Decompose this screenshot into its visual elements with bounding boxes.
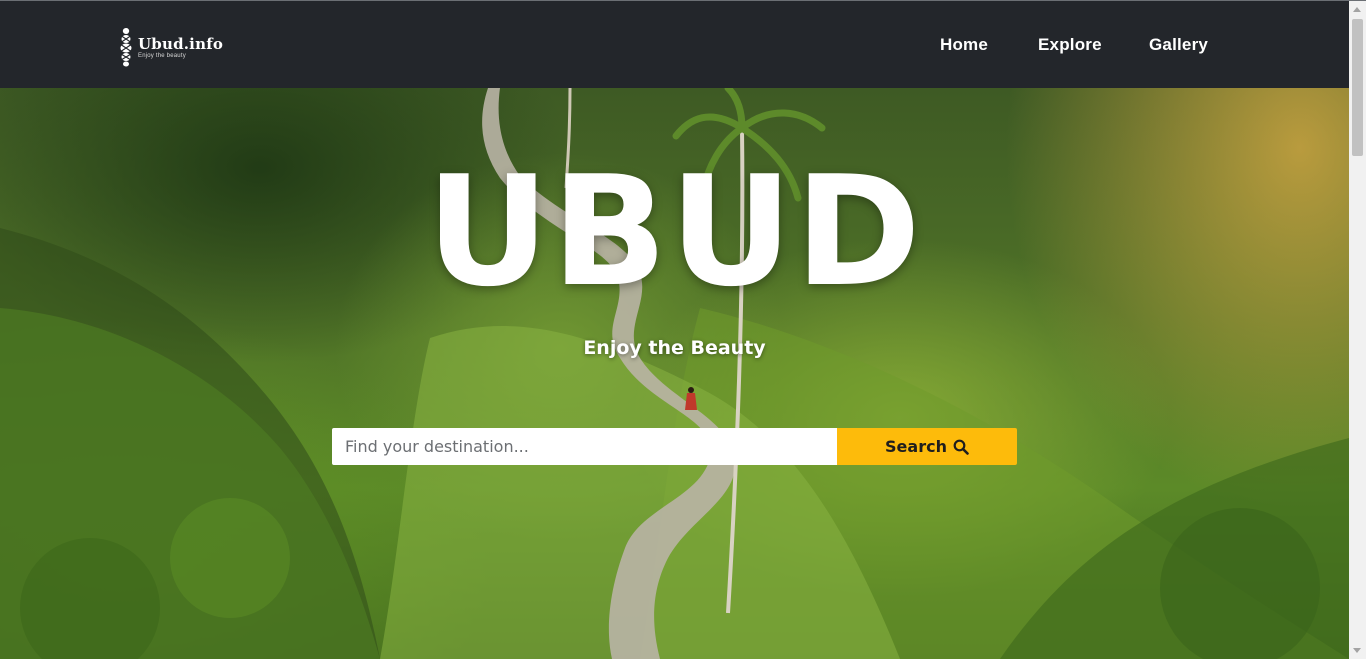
destination-search-form: Search	[332, 428, 1017, 466]
search-button-label: Search	[885, 437, 947, 456]
page-scrollbar[interactable]	[1349, 1, 1366, 659]
brand-name: Ubud.info	[138, 35, 224, 53]
footprint-icon	[119, 28, 133, 67]
scroll-up-arrow-icon[interactable]	[1353, 7, 1361, 12]
search-icon	[953, 439, 969, 455]
hero-subtitle: Enjoy the Beauty	[583, 337, 766, 359]
scroll-down-arrow-icon[interactable]	[1353, 648, 1361, 653]
brand-tagline: Enjoy the beauty	[138, 53, 186, 59]
destination-search-input[interactable]	[332, 428, 837, 465]
hero-section: UBUD Enjoy the Beauty Search	[0, 88, 1349, 659]
search-button[interactable]: Search	[837, 428, 1017, 465]
hero-title: UBUD	[426, 143, 923, 320]
nav-home-link[interactable]: Home	[940, 35, 988, 55]
nav-gallery-link[interactable]: Gallery	[1149, 35, 1208, 55]
navbar: Ubud.info Enjoy the beauty Home Explore …	[0, 1, 1349, 88]
nav-explore-link[interactable]: Explore	[1038, 35, 1102, 55]
scrollbar-thumb[interactable]	[1352, 19, 1363, 156]
